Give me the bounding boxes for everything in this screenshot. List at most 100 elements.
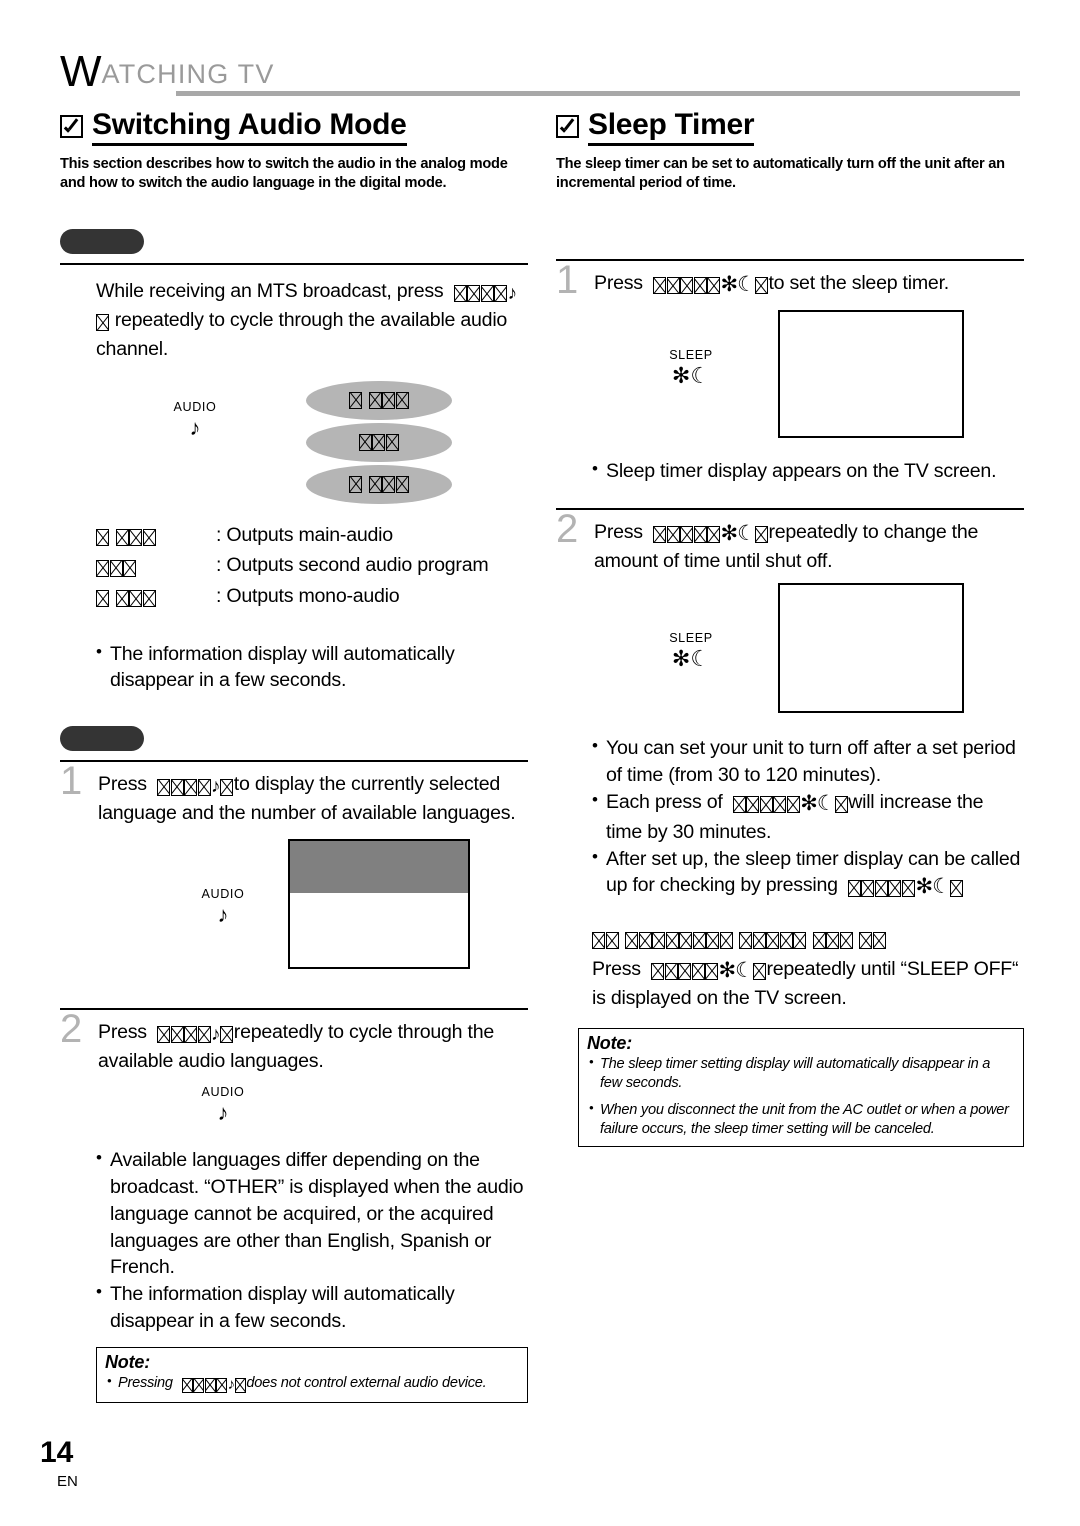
audio-key-tofu-tail — [234, 1376, 247, 1395]
note-title: Note: — [587, 1033, 632, 1054]
running-head-rest: ATCHING TV — [101, 59, 275, 89]
step-2-divider — [60, 1008, 528, 1011]
cancel-sleep-timer-text: Press ✻☾ repeatedly until “SLEEP OFF“ is … — [592, 956, 1024, 1013]
left-column: Switching Audio Mode This section descri… — [60, 108, 528, 1403]
audio-key-tofu-tail — [96, 309, 110, 336]
legend-text-mono: : Outputs mono-audio — [216, 584, 400, 607]
section-description: The sleep timer can be set to automatica… — [556, 155, 1005, 191]
tv-screen-band — [290, 841, 468, 894]
legend-key-mono — [96, 582, 216, 613]
star-moon-icon: ✻☾ — [671, 646, 711, 672]
step-2-before: Press — [98, 1021, 147, 1044]
step-2-before: Press — [594, 520, 643, 543]
analog-intro-after: repeatedly to cycle through the availabl… — [96, 309, 508, 360]
analog-intro-before: While receiving an MTS broadcast, press — [96, 280, 444, 303]
analog-intro: While receiving an MTS broadcast, press … — [96, 278, 528, 363]
step-1-after: to set the sleep timer. — [768, 272, 949, 295]
sleep-moon-icon: ✻☾ — [720, 521, 756, 545]
digital-step-2: 2 Press ♪ repeatedly to cycle through the… — [60, 1009, 528, 1075]
sleep-key-tofu — [651, 958, 719, 985]
sleep-key-tofu — [653, 521, 721, 548]
sleep-key-tofu — [653, 272, 721, 299]
step-1-before: Press — [98, 773, 147, 796]
sleep-bullet-2: Each press of ✻☾will increase the time b… — [592, 788, 1024, 846]
cancel-heading-tofu — [592, 928, 886, 953]
audio-option-sap — [306, 422, 452, 462]
digital-step-1-diagram: AUDIO ♪ — [60, 839, 528, 994]
audio-key-tofu — [157, 1021, 211, 1048]
running-head-text: WATCHING TV — [60, 50, 275, 94]
step-2-text: Press ♪ repeatedly to cycle through the a… — [98, 1019, 528, 1075]
sleep-step-1-divider — [556, 259, 1024, 262]
legend-key-sap — [96, 551, 216, 582]
audio-option-main — [306, 380, 452, 420]
sleep-key-tofu — [732, 791, 801, 818]
note-item: The sleep timer setting display will aut… — [587, 1054, 1015, 1093]
note-title: Note: — [105, 1351, 150, 1372]
star-moon-icon: ✻☾ — [671, 362, 711, 388]
music-note-icon: ♪ — [217, 902, 229, 928]
step-2-number: 2 — [556, 506, 579, 551]
audio-key-tofu — [181, 1376, 228, 1395]
right-column: Sleep Timer The sleep timer can be set t… — [556, 108, 1024, 1148]
audio-key-tofu-tail — [220, 1021, 234, 1048]
section-title: Sleep Timer — [588, 108, 755, 146]
page-footer: 14 EN — [40, 1438, 78, 1491]
section-title: Switching Audio Mode — [92, 108, 407, 146]
step-2-number: 2 — [60, 1007, 83, 1052]
step-1-text: Press ♪ to display the currently selected… — [98, 771, 528, 827]
audio-note-icon: ♪ — [227, 1375, 236, 1393]
running-head-dropcap: W — [60, 47, 102, 96]
audio-option-legend: : Outputs main-audio : Outputs second au… — [96, 521, 528, 613]
sleep-key-tofu-tail — [949, 874, 964, 901]
digital-bullet-1: Available languages differ depending on … — [96, 1146, 528, 1281]
step-2-after: repeatedly to change the amount of time … — [594, 520, 979, 573]
audio-key-label: AUDIO — [201, 887, 245, 902]
legend-row-main: : Outputs main-audio — [96, 521, 528, 552]
sleep-key-tofu-tail — [754, 521, 769, 548]
audio-option-mono — [306, 464, 452, 504]
tv-screen-preview — [778, 309, 964, 438]
sleep-bullet-1: You can set your unit to turn off after … — [592, 734, 1024, 789]
option-main-tofu — [349, 391, 409, 409]
sleep-timer-heading: Sleep Timer — [556, 108, 1024, 146]
analog-mode-tab — [60, 229, 144, 255]
cancel-sleep-timer-heading — [592, 926, 1024, 953]
cancel-before: Press — [592, 957, 641, 980]
option-mono-tofu — [349, 475, 409, 493]
audio-note-icon: ♪ — [507, 283, 518, 305]
digital-step-1: 1 Press ♪ to display the currently select… — [60, 761, 528, 827]
sleep-bullet-3: After set up, the sleep timer display ca… — [592, 845, 1024, 903]
audio-key-label: AUDIO — [173, 399, 217, 414]
sleep-key-label: SLEEP — [669, 631, 713, 646]
audio-remote-key: AUDIO ♪ — [178, 1085, 268, 1125]
digital-note-box: Note: Pressing ♪ does not control externa… — [96, 1346, 528, 1403]
sleep-step-1-diagram: SLEEP ✻☾ — [556, 309, 1024, 450]
sleep-moon-icon: ✻☾ — [718, 958, 754, 982]
sleep-step-2-divider — [556, 507, 1024, 510]
sleep-step-1: 1 Press ✻☾ to set the sleep timer. — [556, 260, 1024, 300]
step-1-number: 1 — [556, 258, 579, 303]
note-item: Pressing ♪ does not control external audi… — [105, 1373, 519, 1395]
section-description: This section describes how to switch the… — [60, 155, 508, 191]
tv-screen-preview — [778, 583, 964, 714]
switching-audio-mode-heading: Switching Audio Mode — [60, 108, 528, 146]
legend-row-mono: : Outputs mono-audio — [96, 582, 528, 613]
audio-key-label: AUDIO — [201, 1084, 245, 1099]
legend-row-sap: : Outputs second audio program — [96, 551, 528, 582]
note-item: When you disconnect the unit from the AC… — [587, 1100, 1015, 1139]
music-note-icon: ♪ — [217, 1099, 229, 1125]
running-head: WATCHING TV — [60, 50, 1020, 96]
step-2-text: Press ✻☾ repeatedly to change the amount … — [594, 519, 1024, 576]
audio-key-tofu — [453, 280, 508, 307]
digital-mode-tab — [60, 726, 144, 752]
legend-key-main — [96, 521, 216, 552]
sleep-step-2: 2 Press ✻☾ repeatedly to change the amoun… — [556, 509, 1024, 576]
sleep-key-tofu-tail — [834, 791, 849, 818]
manual-page: WATCHING TV Switching Audio Mode This se… — [0, 0, 1080, 1526]
sleep-bullet-2-before: Each press of — [606, 790, 723, 813]
analog-diagram: AUDIO ♪ — [60, 380, 528, 511]
sleep-key-tofu — [847, 874, 916, 901]
sleep-moon-icon: ✻☾ — [800, 791, 835, 815]
sleep-moon-icon: ✻☾ — [720, 273, 756, 297]
